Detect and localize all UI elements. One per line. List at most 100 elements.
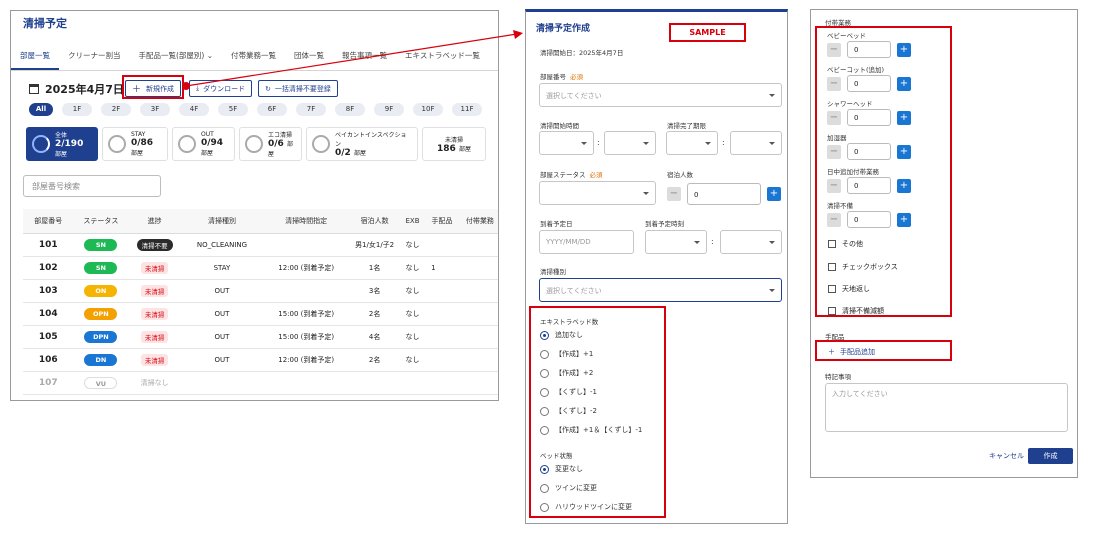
stepper-input[interactable]: 0 — [847, 75, 891, 92]
checkbox-icon — [828, 285, 836, 293]
notes-textarea[interactable]: 入力してください — [825, 383, 1068, 432]
extra-bed-option[interactable]: 【作成】+1 — [540, 349, 593, 359]
minus-button[interactable]: − — [827, 110, 841, 125]
column-header[interactable]: EXB — [399, 209, 426, 234]
checkbox-mattress-flip[interactable]: 天地返し — [828, 284, 870, 294]
table-row[interactable]: 105 DPN 未清掃 OUT 15:00 (到着予定) 4名 なし — [23, 325, 498, 349]
plus-button[interactable]: + — [897, 110, 911, 125]
arrival-minute-select[interactable] — [720, 230, 782, 254]
room-status-label: 部屋ステータス 必須 — [540, 171, 603, 179]
arrival-time-label: 到着予定時刻 — [645, 220, 684, 228]
cancel-button[interactable]: キャンセル — [989, 451, 1024, 461]
plus-button[interactable]: + — [767, 187, 781, 201]
checkbox-other[interactable]: その他 — [828, 239, 863, 249]
end-hour-select[interactable] — [666, 131, 718, 155]
floor-pill[interactable]: 9F — [374, 103, 404, 116]
floor-pill[interactable]: 8F — [335, 103, 365, 116]
floor-pill[interactable]: 3F — [140, 103, 170, 116]
guests-stepper: − 0 + — [667, 183, 781, 205]
stepper-input[interactable]: 0 — [847, 41, 891, 58]
floor-pill[interactable]: 4F — [179, 103, 209, 116]
table-row[interactable]: 102 SN 未清掃 STAY 12:00 (到着予定) 1名 なし 1 — [23, 256, 498, 280]
radio-icon — [540, 406, 549, 416]
plus-icon: ＋ — [828, 348, 835, 356]
bed-state-option[interactable]: ハリウッドツインに変更 — [540, 502, 632, 512]
add-item-button[interactable]: ＋手配品追加 — [828, 347, 875, 357]
notes-label: 特記事項 — [825, 373, 851, 381]
tab-cleaner-assign[interactable]: クリーナー割当 — [59, 45, 130, 70]
callout-arrow — [182, 30, 523, 90]
column-header[interactable]: 付帯業務 — [458, 209, 498, 234]
minus-button[interactable]: − — [827, 144, 841, 159]
minus-button[interactable]: − — [667, 187, 681, 201]
table-row[interactable]: 103 ON 未清掃 OUT 3名 なし — [23, 279, 498, 303]
extra-bed-option[interactable]: 【くずし】-1 — [540, 387, 597, 397]
minus-button[interactable]: − — [827, 212, 841, 227]
table-row[interactable]: 107 VU 清掃なし — [23, 371, 498, 395]
chevron-down-icon — [769, 241, 775, 244]
summary-card-uncleaned[interactable]: 未清掃 186 部屋 — [422, 127, 486, 161]
extra-bed-option[interactable]: 【くずし】-2 — [540, 406, 597, 416]
stepper-input[interactable]: 0 — [847, 109, 891, 126]
column-header[interactable]: 宿泊人数 — [349, 209, 400, 234]
floor-pill[interactable]: 1F — [62, 103, 92, 116]
bed-state-option[interactable]: ツインに変更 — [540, 483, 597, 493]
summary-card-out[interactable]: OUT 0/94 部屋 — [172, 127, 235, 161]
plus-button[interactable]: + — [897, 212, 911, 227]
checkbox-checkbox[interactable]: チェックボックス — [828, 262, 898, 272]
column-header[interactable]: 清掃時間指定 — [263, 209, 350, 234]
bed-state-option[interactable]: 変更なし — [540, 464, 583, 474]
extra-bed-option[interactable]: 追加なし — [540, 330, 583, 340]
start-hour-select[interactable] — [539, 131, 594, 155]
extra-bed-label: エキストラベッド数 — [540, 318, 599, 326]
floor-pill[interactable]: 7F — [296, 103, 326, 116]
guests-input[interactable]: 0 — [687, 183, 761, 205]
arrival-hour-select[interactable] — [645, 230, 707, 254]
plus-button[interactable]: + — [897, 144, 911, 159]
table-row[interactable]: 104 OPN 未清掃 OUT 15:00 (到着予定) 2名 なし — [23, 302, 498, 326]
minus-button[interactable]: − — [827, 42, 841, 57]
floor-pill[interactable]: 6F — [257, 103, 287, 116]
checkbox-defect-discount[interactable]: 清掃不備減額 — [828, 306, 884, 316]
floor-pill[interactable]: All — [29, 103, 53, 116]
room-number-select[interactable]: 選択してください — [539, 83, 782, 107]
summary-card-all[interactable]: 全体 2/190 部屋 — [26, 127, 98, 161]
arrival-date-input[interactable]: YYYY/MM/DD — [539, 230, 634, 254]
stepper-input[interactable]: 0 — [847, 143, 891, 160]
plus-button[interactable]: + — [897, 178, 911, 193]
table-row[interactable]: 101 SN 清掃不要 NO_CLEANING 男1/女1/子2 なし — [23, 233, 498, 257]
extra-bed-option[interactable]: 【作成】+1＆【くずし】-1 — [540, 425, 642, 435]
minus-button[interactable]: − — [827, 76, 841, 91]
room-status-select[interactable] — [539, 181, 656, 205]
column-header[interactable]: 手配品 — [425, 209, 459, 234]
column-header[interactable]: 進捗 — [128, 209, 181, 234]
column-header[interactable]: ステータス — [73, 209, 129, 234]
plus-button[interactable]: + — [897, 76, 911, 91]
end-minute-select[interactable] — [730, 131, 782, 155]
start-minute-select[interactable] — [604, 131, 656, 155]
stepper-input[interactable]: 0 — [847, 177, 891, 194]
floor-pill[interactable]: 11F — [452, 103, 482, 116]
create-button[interactable]: 作成 — [1028, 448, 1073, 464]
room-search-input[interactable]: 部屋番号検索 — [23, 175, 161, 197]
summary-card-eco[interactable]: エコ清掃 0/6 部屋 — [239, 127, 302, 161]
progress-text: 清掃なし — [128, 371, 181, 395]
column-header[interactable]: 部屋番号 — [23, 209, 74, 234]
summary-card-vacant-inspection[interactable]: ベイカントインスペクション 0/2 部屋 — [306, 127, 418, 161]
extra-bed-option[interactable]: 【作成】+2 — [540, 368, 593, 378]
new-button[interactable]: ＋新規作成 — [125, 80, 182, 97]
cleaning-type-select[interactable]: 選択してください — [539, 278, 782, 302]
tab-room-list[interactable]: 部屋一覧 — [11, 45, 59, 70]
floor-pill[interactable]: 5F — [218, 103, 248, 116]
column-header[interactable]: 清掃種別 — [180, 209, 264, 234]
floor-pill[interactable]: 2F — [101, 103, 131, 116]
stepper-input[interactable]: 0 — [847, 211, 891, 228]
stepper-label: シャワーヘッド — [827, 100, 873, 108]
cleaning-type: NO_CLEANING — [180, 233, 264, 257]
table-row[interactable]: 106 DN 未清掃 OUT 12:00 (到着予定) 2名 なし — [23, 348, 498, 372]
plus-button[interactable]: + — [897, 42, 911, 57]
minus-button[interactable]: − — [827, 178, 841, 193]
summary-card-stay[interactable]: STAY 0/86 部屋 — [102, 127, 168, 161]
services-cell — [458, 302, 498, 326]
floor-pill[interactable]: 10F — [413, 103, 443, 116]
